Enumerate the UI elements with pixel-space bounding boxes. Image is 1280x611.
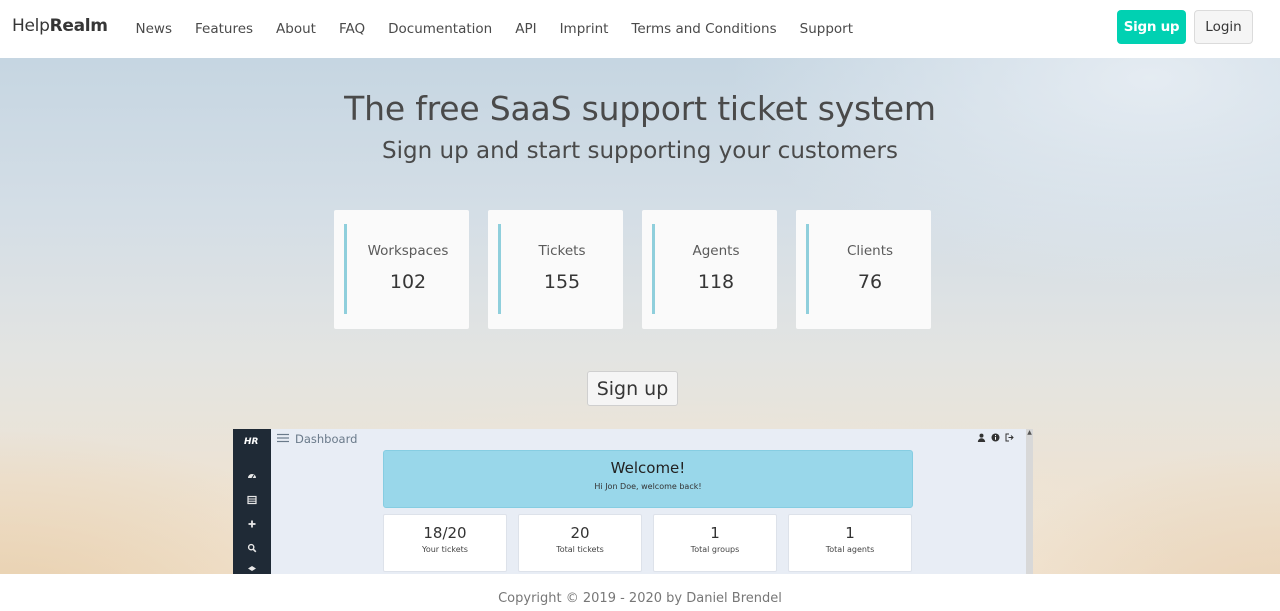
hero-subtitle: Sign up and start supporting your custom… (382, 138, 898, 164)
preview-tile-label: Total tickets (556, 545, 604, 554)
preview-tile-total-groups: 1 Total groups (653, 514, 777, 572)
navbar: HelpRealm News Features About FAQ Docume… (0, 0, 1280, 58)
hamburger-menu-icon (277, 432, 289, 447)
footer: Copyright © 2019 - 2020 by Daniel Brende… (0, 574, 1280, 611)
preview-welcome-title: Welcome! (610, 459, 686, 477)
stat-value: 155 (543, 271, 581, 293)
preview-tile-label: Your tickets (422, 545, 468, 554)
stat-accent-bar (498, 224, 501, 314)
preview-tile-value: 20 (570, 524, 590, 542)
layers-icon (246, 565, 258, 574)
nav-link-documentation[interactable]: Documentation (377, 21, 504, 37)
preview-scrollbar: ▲ (1026, 429, 1033, 574)
hero-section: The free SaaS support ticket system Sign… (0, 58, 1280, 574)
nav-link-terms[interactable]: Terms and Conditions (620, 21, 788, 37)
brand-prefix: Help (12, 16, 50, 36)
preview-top-icons (977, 433, 1014, 442)
dashboard-preview-image: HR Dashboard ▲ Welcome! Hi Jon Doe, welc… (233, 429, 1033, 574)
nav-link-about[interactable]: About (265, 21, 328, 37)
stat-accent-bar (344, 224, 347, 314)
nav-link-faq[interactable]: FAQ (327, 21, 376, 37)
nav-link-news[interactable]: News (124, 21, 183, 37)
preview-tile-value: 1 (845, 524, 855, 542)
preview-logo: HR (244, 437, 259, 447)
hero-title: The free SaaS support ticket system (344, 89, 936, 128)
scroll-up-arrow-icon: ▲ (1027, 429, 1032, 436)
stat-card-agents: Agents 118 (642, 210, 777, 329)
stat-accent-bar (652, 224, 655, 314)
stat-label: Tickets (538, 243, 586, 259)
brand-logo[interactable]: HelpRealm (12, 16, 108, 36)
preview-tile-value: 18/20 (423, 524, 467, 542)
preview-tile-label: Total agents (825, 545, 875, 554)
user-icon (977, 433, 986, 442)
stat-card-workspaces: Workspaces 102 (334, 210, 469, 329)
preview-tile-value: 1 (710, 524, 720, 542)
hero-signup-button[interactable]: Sign up (587, 371, 678, 406)
stat-label: Clients (846, 243, 894, 259)
preview-welcome-subtitle: Hi Jon Doe, welcome back! (594, 482, 702, 491)
nav-link-support[interactable]: Support (788, 21, 864, 37)
logout-icon (1005, 433, 1014, 442)
plus-icon (246, 519, 258, 531)
preview-tile-total-agents: 1 Total agents (788, 514, 912, 572)
stat-accent-bar (806, 224, 809, 314)
preview-tile-label: Total groups (690, 545, 740, 554)
stat-card-tickets: Tickets 155 (488, 210, 623, 329)
stat-value: 118 (697, 271, 735, 293)
preview-tile-total-tickets: 20 Total tickets (518, 514, 642, 572)
signup-button[interactable]: Sign up (1117, 10, 1186, 44)
nav-links: News Features About FAQ Documentation AP… (124, 0, 865, 58)
stat-label: Workspaces (367, 243, 449, 259)
dashboard-icon (246, 471, 258, 483)
nav-link-imprint[interactable]: Imprint (548, 21, 620, 37)
preview-sidebar: HR (233, 429, 271, 574)
stat-label: Agents (692, 243, 740, 259)
stat-card-clients: Clients 76 (796, 210, 931, 329)
login-button[interactable]: Login (1194, 10, 1253, 44)
search-icon (246, 543, 258, 555)
stat-value: 76 (857, 271, 883, 293)
nav-link-api[interactable]: API (504, 21, 548, 37)
info-icon (991, 433, 1000, 442)
list-icon (246, 495, 258, 507)
preview-tile-your-tickets: 18/20 Your tickets (383, 514, 507, 572)
footer-copyright: Copyright © 2019 - 2020 by Daniel Brende… (498, 591, 782, 606)
brand-suffix: Realm (49, 16, 108, 36)
preview-page-title: Dashboard (295, 432, 358, 446)
preview-welcome-banner: Welcome! Hi Jon Doe, welcome back! (383, 450, 913, 508)
nav-link-features[interactable]: Features (183, 21, 264, 37)
stat-value: 102 (389, 271, 427, 293)
